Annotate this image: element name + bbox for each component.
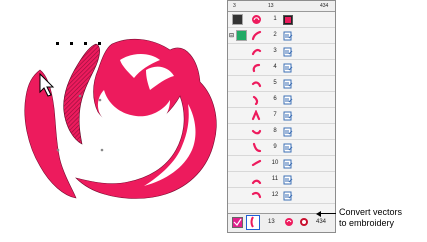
callout-line-1: Convert vectors <box>339 207 403 217</box>
list-row[interactable]: 9 <box>228 140 335 156</box>
petal-thumbnail-icon[interactable] <box>251 142 262 153</box>
list-row[interactable]: 8 <box>228 124 335 140</box>
rose-thumbnail-icon[interactable] <box>284 217 294 227</box>
callout-line <box>318 213 336 214</box>
vector-object-icon[interactable] <box>283 95 293 105</box>
vector-object-icon[interactable] <box>283 111 293 121</box>
footer-total: 434 <box>316 219 327 225</box>
list-row[interactable]: 4 <box>228 60 335 76</box>
selected-object-thumb[interactable] <box>246 215 260 230</box>
row-number: 1 <box>273 16 277 22</box>
petal-thumbnail-icon[interactable] <box>251 62 262 73</box>
row-number: 12 <box>271 192 279 198</box>
list-row[interactable]: 10 <box>228 156 335 172</box>
petal-thumbnail-icon[interactable] <box>251 46 262 57</box>
callout-text: Convert vectors to embroidery <box>339 207 402 229</box>
callout-line-2: to embroidery <box>339 218 395 228</box>
color-block-icon[interactable] <box>232 14 243 25</box>
header-col-2: 13 <box>268 3 274 9</box>
rose-thumbnail-icon[interactable] <box>251 14 262 25</box>
design-canvas[interactable] <box>0 0 225 242</box>
vector-object-icon[interactable] <box>283 127 293 137</box>
color-object-list-panel: 3 13 434 1 ⊟ 2 3 4 5 6 7 8 9 10 11 12 13 434 <box>227 0 336 233</box>
header-col-3: 434 <box>320 3 329 9</box>
list-header: 3 13 434 <box>228 1 335 12</box>
vector-object-icon[interactable] <box>283 79 293 89</box>
petal-thumbnail-icon[interactable] <box>251 174 262 185</box>
petal-thumbnail-icon[interactable] <box>251 78 262 89</box>
row-number: 5 <box>273 80 277 86</box>
list-row[interactable]: 1 <box>228 12 335 28</box>
row-number: 10 <box>271 160 279 166</box>
list-row[interactable]: 12 <box>228 188 335 204</box>
vector-object-icon[interactable] <box>283 175 293 185</box>
petal-thumbnail-icon[interactable] <box>251 30 262 41</box>
vector-object-icon[interactable] <box>283 191 293 201</box>
vector-object-icon[interactable] <box>283 159 293 169</box>
footer-count: 13 <box>268 219 275 225</box>
petal-thumbnail-icon[interactable] <box>251 190 262 201</box>
vector-object-icon[interactable] <box>283 31 293 41</box>
list-row[interactable]: 6 <box>228 92 335 108</box>
color-swatch-icon[interactable] <box>283 15 293 25</box>
petal-thumbnail-icon[interactable] <box>251 110 262 121</box>
list-row[interactable]: 7 <box>228 108 335 124</box>
row-number: 4 <box>273 64 277 70</box>
vector-object-icon[interactable] <box>283 63 293 73</box>
vector-object-icon[interactable] <box>283 143 293 153</box>
row-number: 7 <box>273 112 277 118</box>
petal-thumbnail-icon[interactable] <box>251 94 262 105</box>
embroidery-icon[interactable] <box>299 217 309 227</box>
row-number: 2 <box>273 32 277 38</box>
vector-object-icon[interactable] <box>283 47 293 57</box>
list-row[interactable]: ⊟ 2 <box>228 28 335 44</box>
list-row[interactable]: 11 <box>228 172 335 188</box>
row-number: 8 <box>273 128 277 134</box>
header-col-1: 3 <box>233 3 236 9</box>
list-row[interactable]: 5 <box>228 76 335 92</box>
color-swatch-icon[interactable] <box>232 217 243 228</box>
row-number: 6 <box>273 96 277 102</box>
row-number: 11 <box>271 176 279 182</box>
row-number: 9 <box>273 144 277 150</box>
vector-group-icon[interactable] <box>236 30 247 41</box>
list-row[interactable]: 3 <box>228 44 335 60</box>
petal-thumbnail-icon[interactable] <box>251 158 262 169</box>
petal-thumbnail-icon[interactable] <box>251 126 262 137</box>
row-number: 3 <box>273 48 277 54</box>
